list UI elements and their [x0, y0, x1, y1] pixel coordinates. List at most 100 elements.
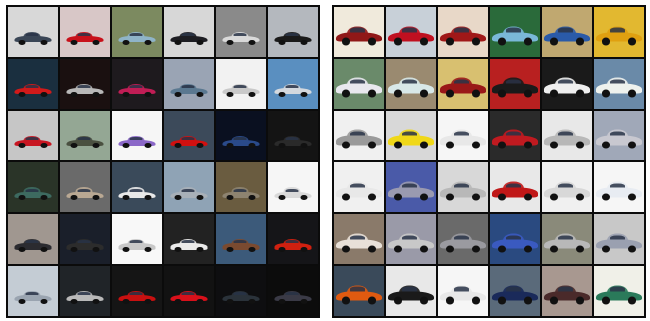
car-image-tile — [594, 110, 644, 161]
car-image-tile — [8, 58, 58, 109]
car-image-tile — [60, 110, 110, 161]
car-image-tile — [164, 110, 214, 161]
car-shape — [492, 180, 538, 201]
car-image-tile — [490, 110, 540, 161]
car-shape — [596, 180, 642, 201]
car-image-tile — [216, 7, 266, 57]
car-image-tile — [334, 58, 384, 109]
car-shape — [222, 238, 260, 253]
car-shape — [222, 290, 260, 305]
car-shape — [544, 76, 590, 98]
car-image-tile — [542, 110, 592, 161]
car-shape — [596, 76, 642, 98]
car-image-tile — [334, 214, 384, 265]
car-shape — [14, 83, 52, 97]
car-image-tile — [268, 214, 318, 265]
car-shape — [118, 186, 156, 201]
car-shape — [66, 290, 104, 305]
car-shape — [336, 128, 382, 150]
car-shape — [544, 180, 590, 201]
car-shape — [440, 128, 486, 150]
car-shape — [388, 284, 434, 305]
car-image-tile — [542, 7, 592, 57]
car-shape — [170, 290, 208, 305]
car-image-tile — [542, 266, 592, 316]
car-shape — [66, 238, 104, 253]
car-image-tile — [112, 162, 162, 213]
car-shape — [274, 186, 312, 201]
car-image-tile — [334, 162, 384, 213]
car-shape — [222, 83, 260, 97]
car-shape — [336, 76, 382, 98]
car-shape — [14, 186, 52, 201]
car-image-tile — [334, 7, 384, 57]
car-image-tile — [386, 162, 436, 213]
car-image-tile — [438, 110, 488, 161]
car-shape — [14, 135, 52, 149]
car-shape — [14, 31, 52, 45]
car-shape — [14, 290, 52, 305]
car-shape — [388, 24, 434, 46]
car-image-tile — [8, 214, 58, 265]
car-shape — [170, 83, 208, 97]
car-image-tile — [112, 110, 162, 161]
car-shape — [118, 135, 156, 149]
car-image-tile — [386, 7, 436, 57]
car-shape — [222, 186, 260, 201]
car-image-tile — [438, 266, 488, 316]
car-image-tile — [268, 110, 318, 161]
car-shape — [440, 180, 486, 201]
car-image-tile — [268, 7, 318, 57]
car-image-tile — [112, 58, 162, 109]
car-image-tile — [438, 214, 488, 265]
car-shape — [596, 284, 642, 305]
car-image-tile — [386, 266, 436, 316]
car-image-tile — [216, 162, 266, 213]
car-image-tile — [490, 162, 540, 213]
car-shape — [492, 128, 538, 150]
car-image-tile — [334, 110, 384, 161]
car-shape — [274, 83, 312, 97]
car-image-tile — [216, 266, 266, 316]
car-image-tile — [60, 266, 110, 316]
car-image-tile — [490, 214, 540, 265]
car-image-tile — [438, 7, 488, 57]
car-shape — [66, 135, 104, 149]
car-shape — [544, 128, 590, 150]
car-shape — [170, 238, 208, 253]
car-shape — [388, 76, 434, 98]
car-shape — [440, 284, 486, 305]
left-sample-grid — [6, 5, 320, 318]
car-shape — [440, 24, 486, 46]
car-image-tile — [594, 162, 644, 213]
car-shape — [492, 232, 538, 253]
car-shape — [596, 232, 642, 253]
car-image-tile — [8, 7, 58, 57]
car-image-tile — [164, 7, 214, 57]
car-image-tile — [164, 162, 214, 213]
car-image-tile — [438, 58, 488, 109]
car-shape — [440, 232, 486, 253]
car-image-tile — [268, 58, 318, 109]
car-shape — [118, 83, 156, 97]
car-shape — [222, 31, 260, 45]
car-shape — [336, 180, 382, 201]
car-shape — [388, 232, 434, 253]
car-image-tile — [216, 110, 266, 161]
car-image-tile — [594, 214, 644, 265]
car-shape — [336, 284, 382, 305]
car-image-tile — [8, 266, 58, 316]
car-shape — [118, 31, 156, 45]
car-image-tile — [268, 266, 318, 316]
car-shape — [66, 31, 104, 45]
car-shape — [274, 31, 312, 45]
car-image-tile — [112, 7, 162, 57]
car-shape — [118, 238, 156, 253]
car-shape — [170, 135, 208, 149]
car-image-tile — [490, 58, 540, 109]
car-image-tile — [438, 162, 488, 213]
car-image-tile — [386, 214, 436, 265]
car-shape — [66, 186, 104, 201]
car-image-tile — [112, 266, 162, 316]
car-image-tile — [216, 58, 266, 109]
